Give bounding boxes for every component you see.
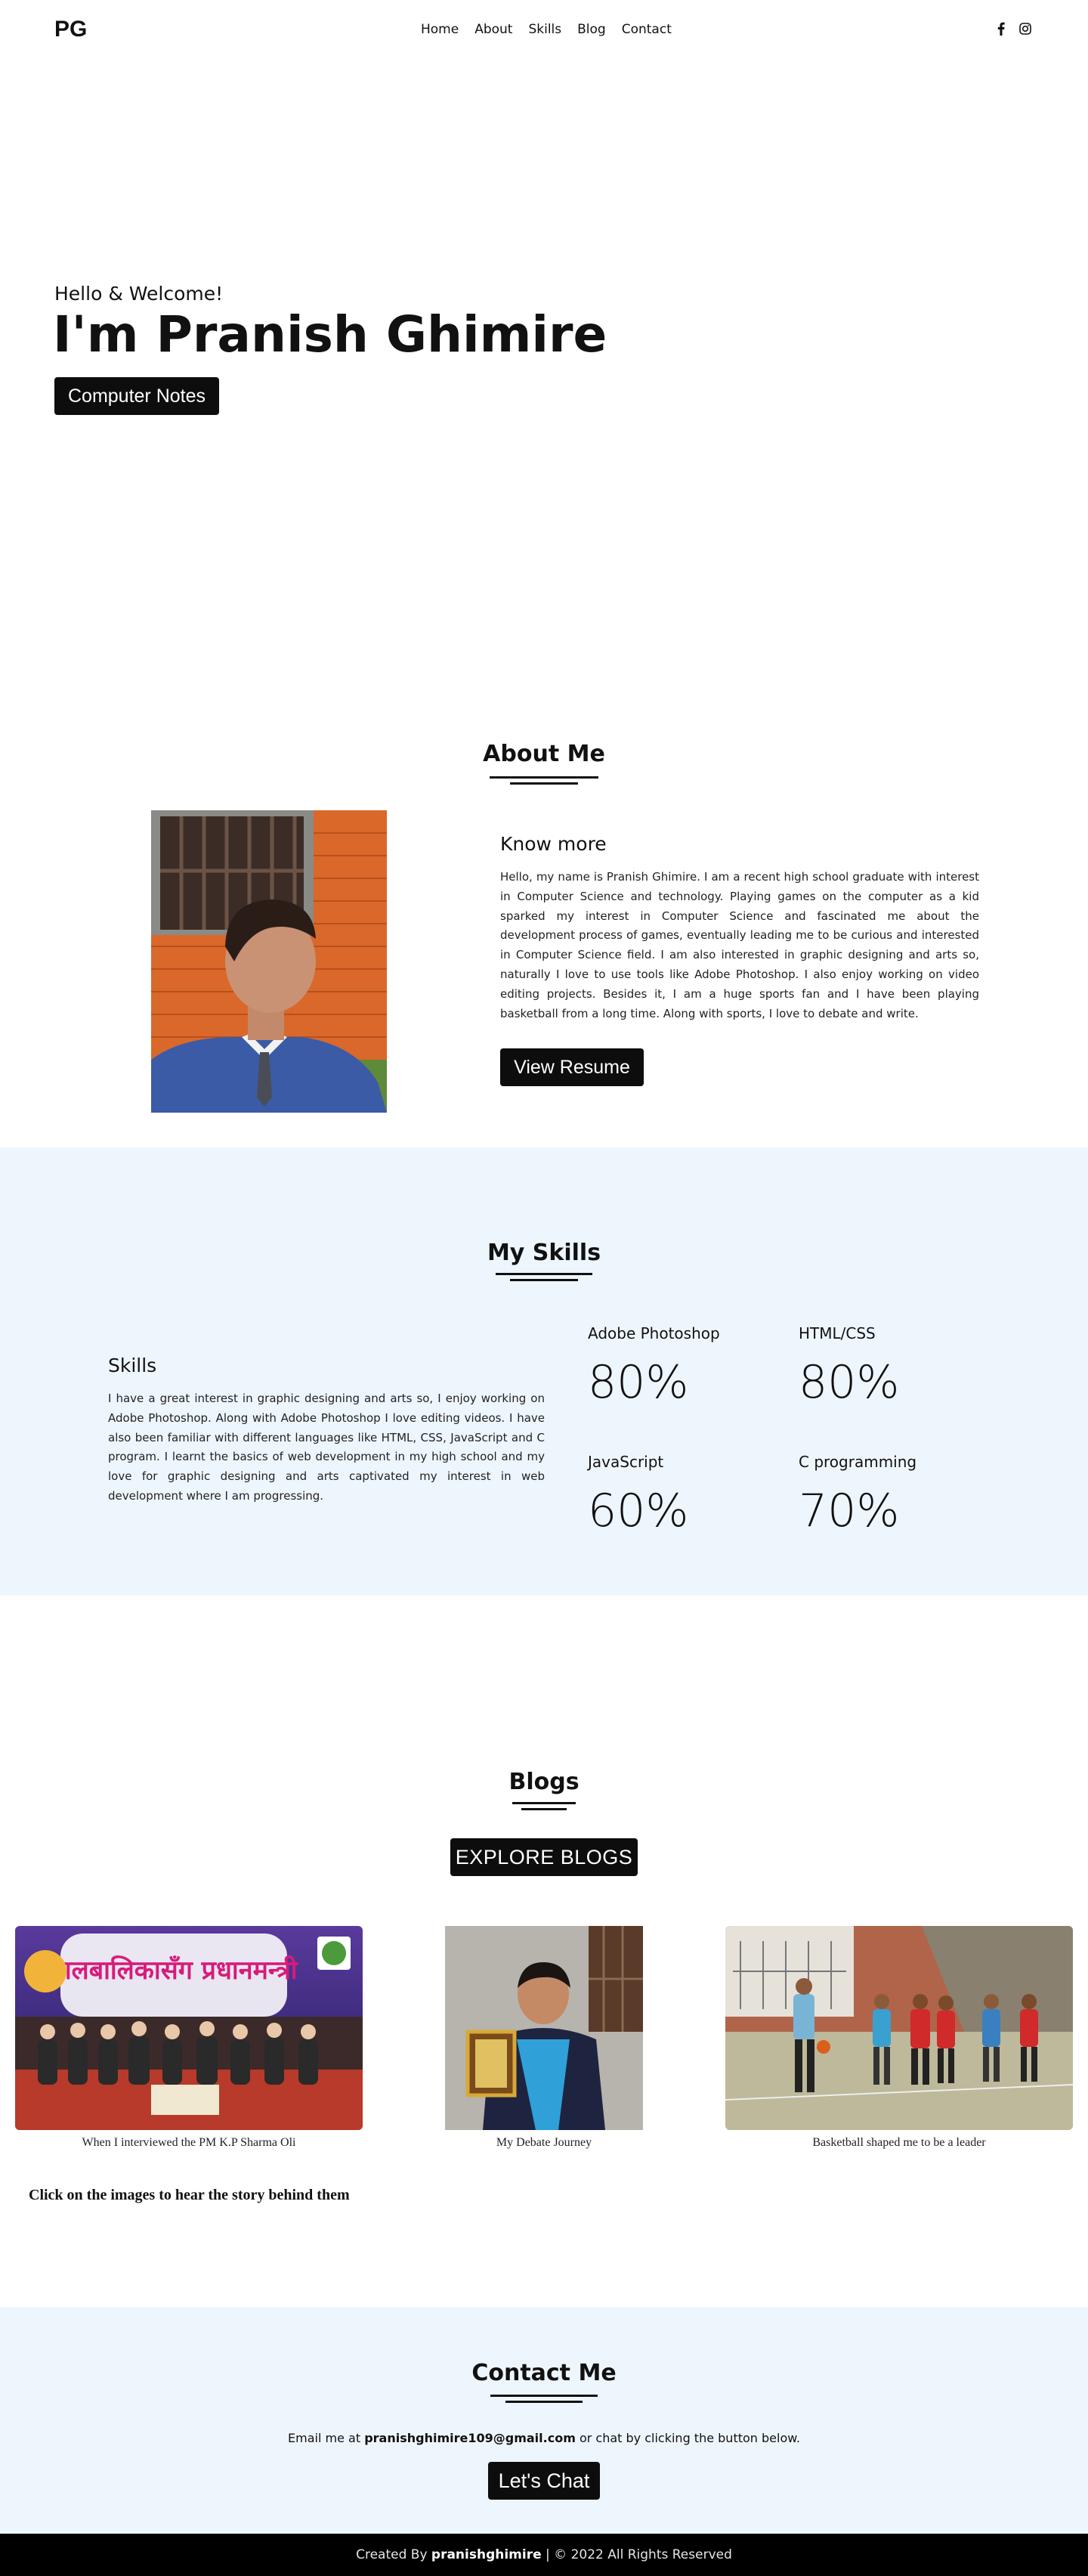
about-subtitle: Know more	[500, 833, 607, 855]
contact-title-underline-2	[505, 2401, 583, 2403]
contact-title: Contact Me	[471, 2360, 617, 2386]
contact-prefix: Email me at	[288, 2431, 365, 2445]
skill-item: C programming 70%	[799, 1453, 916, 1537]
skill-item: Adobe Photoshop 80%	[588, 1324, 720, 1409]
facebook-icon[interactable]	[995, 21, 1007, 36]
contact-title-underline	[490, 2395, 598, 2397]
nav-item-contact[interactable]: Contact	[622, 22, 672, 37]
skills-title: My Skills	[487, 1240, 601, 1266]
explore-blogs-button[interactable]: EXPLORE BLOGS	[450, 1838, 638, 1876]
contact-suffix: or chat by clicking the button below.	[575, 2431, 800, 2445]
blogs-note: Click on the images to hear the story be…	[29, 2187, 350, 2203]
skill-name: Adobe Photoshop	[588, 1324, 720, 1342]
about-title-underline	[490, 776, 598, 779]
contact-text: Email me at pranishghimire109@gmail.com …	[0, 2431, 1088, 2445]
skill-percent: 80%	[588, 1356, 689, 1409]
blog-banner-text: बालबालिकासँग प्रधानमन्त्री	[49, 1955, 298, 1986]
nav-item-about[interactable]: About	[474, 22, 512, 37]
skills-title-underline-2	[510, 1279, 578, 1281]
footer-suffix: | © 2022 All Rights Reserved	[541, 2547, 732, 2562]
blog-image-basketball[interactable]	[725, 1926, 1073, 2130]
skill-percent: 60%	[588, 1485, 689, 1537]
skill-item: JavaScript 60%	[588, 1453, 688, 1537]
social-links	[995, 21, 1031, 36]
nav-item-blog[interactable]: Blog	[577, 22, 606, 37]
blog-caption: My Debate Journey	[496, 2136, 592, 2149]
nav-item-home[interactable]: Home	[421, 22, 459, 37]
blog-caption: When I interviewed the PM K.P Sharma Oli	[82, 2136, 296, 2149]
skill-name: JavaScript	[588, 1453, 664, 1471]
blog-caption: Basketball shaped me to be a leader	[812, 2136, 986, 2149]
blogs-title: Blogs	[508, 1769, 580, 1795]
contact-section	[0, 2307, 1088, 2534]
hero-greeting: Hello & Welcome!	[54, 283, 224, 305]
nav-item-skills[interactable]: Skills	[528, 22, 561, 37]
hero-name: I'm Pranish Ghimire	[53, 305, 607, 364]
nav-menu: Home About Skills Blog Contact	[421, 22, 672, 37]
about-title-underline-2	[510, 782, 578, 785]
about-description: Hello, my name is Pranish Ghimire. I am …	[500, 870, 979, 1020]
computer-notes-button[interactable]: Computer Notes	[54, 377, 219, 415]
lets-chat-button[interactable]: Let's Chat	[488, 2462, 600, 2500]
site-logo[interactable]: PG	[54, 17, 87, 42]
instagram-icon[interactable]	[1019, 21, 1031, 36]
skill-percent: 80%	[799, 1356, 900, 1409]
skill-name: HTML/CSS	[799, 1324, 876, 1342]
blogs-title-underline	[512, 1802, 576, 1804]
view-resume-button[interactable]: View Resume	[500, 1048, 644, 1086]
skills-section	[0, 1147, 1088, 1596]
blog-image-pm-interview[interactable]: बालबालिकासँग प्रधानमन्त्री	[15, 1926, 363, 2130]
footer-author: pranishghimire	[431, 2547, 542, 2562]
contact-email-link[interactable]: pranishghimire109@gmail.com	[364, 2431, 576, 2445]
navbar: PG Home About Skills Blog Contact	[0, 0, 1088, 60]
skills-title-underline	[496, 1273, 592, 1275]
blog-image-debate[interactable]	[445, 1926, 643, 2130]
skill-name: C programming	[799, 1453, 917, 1471]
profile-photo	[151, 810, 387, 1113]
footer-prefix: Created By	[356, 2547, 431, 2562]
skill-item: HTML/CSS 80%	[799, 1324, 899, 1409]
blogs-title-underline-2	[521, 1808, 567, 1810]
skills-description: I have a great interest in graphic desig…	[108, 1392, 545, 1503]
about-title: About Me	[483, 741, 605, 767]
skills-subtitle: Skills	[108, 1355, 157, 1376]
footer: Created By pranishghimire | © 2022 All R…	[0, 2534, 1088, 2576]
skill-percent: 70%	[799, 1485, 900, 1537]
